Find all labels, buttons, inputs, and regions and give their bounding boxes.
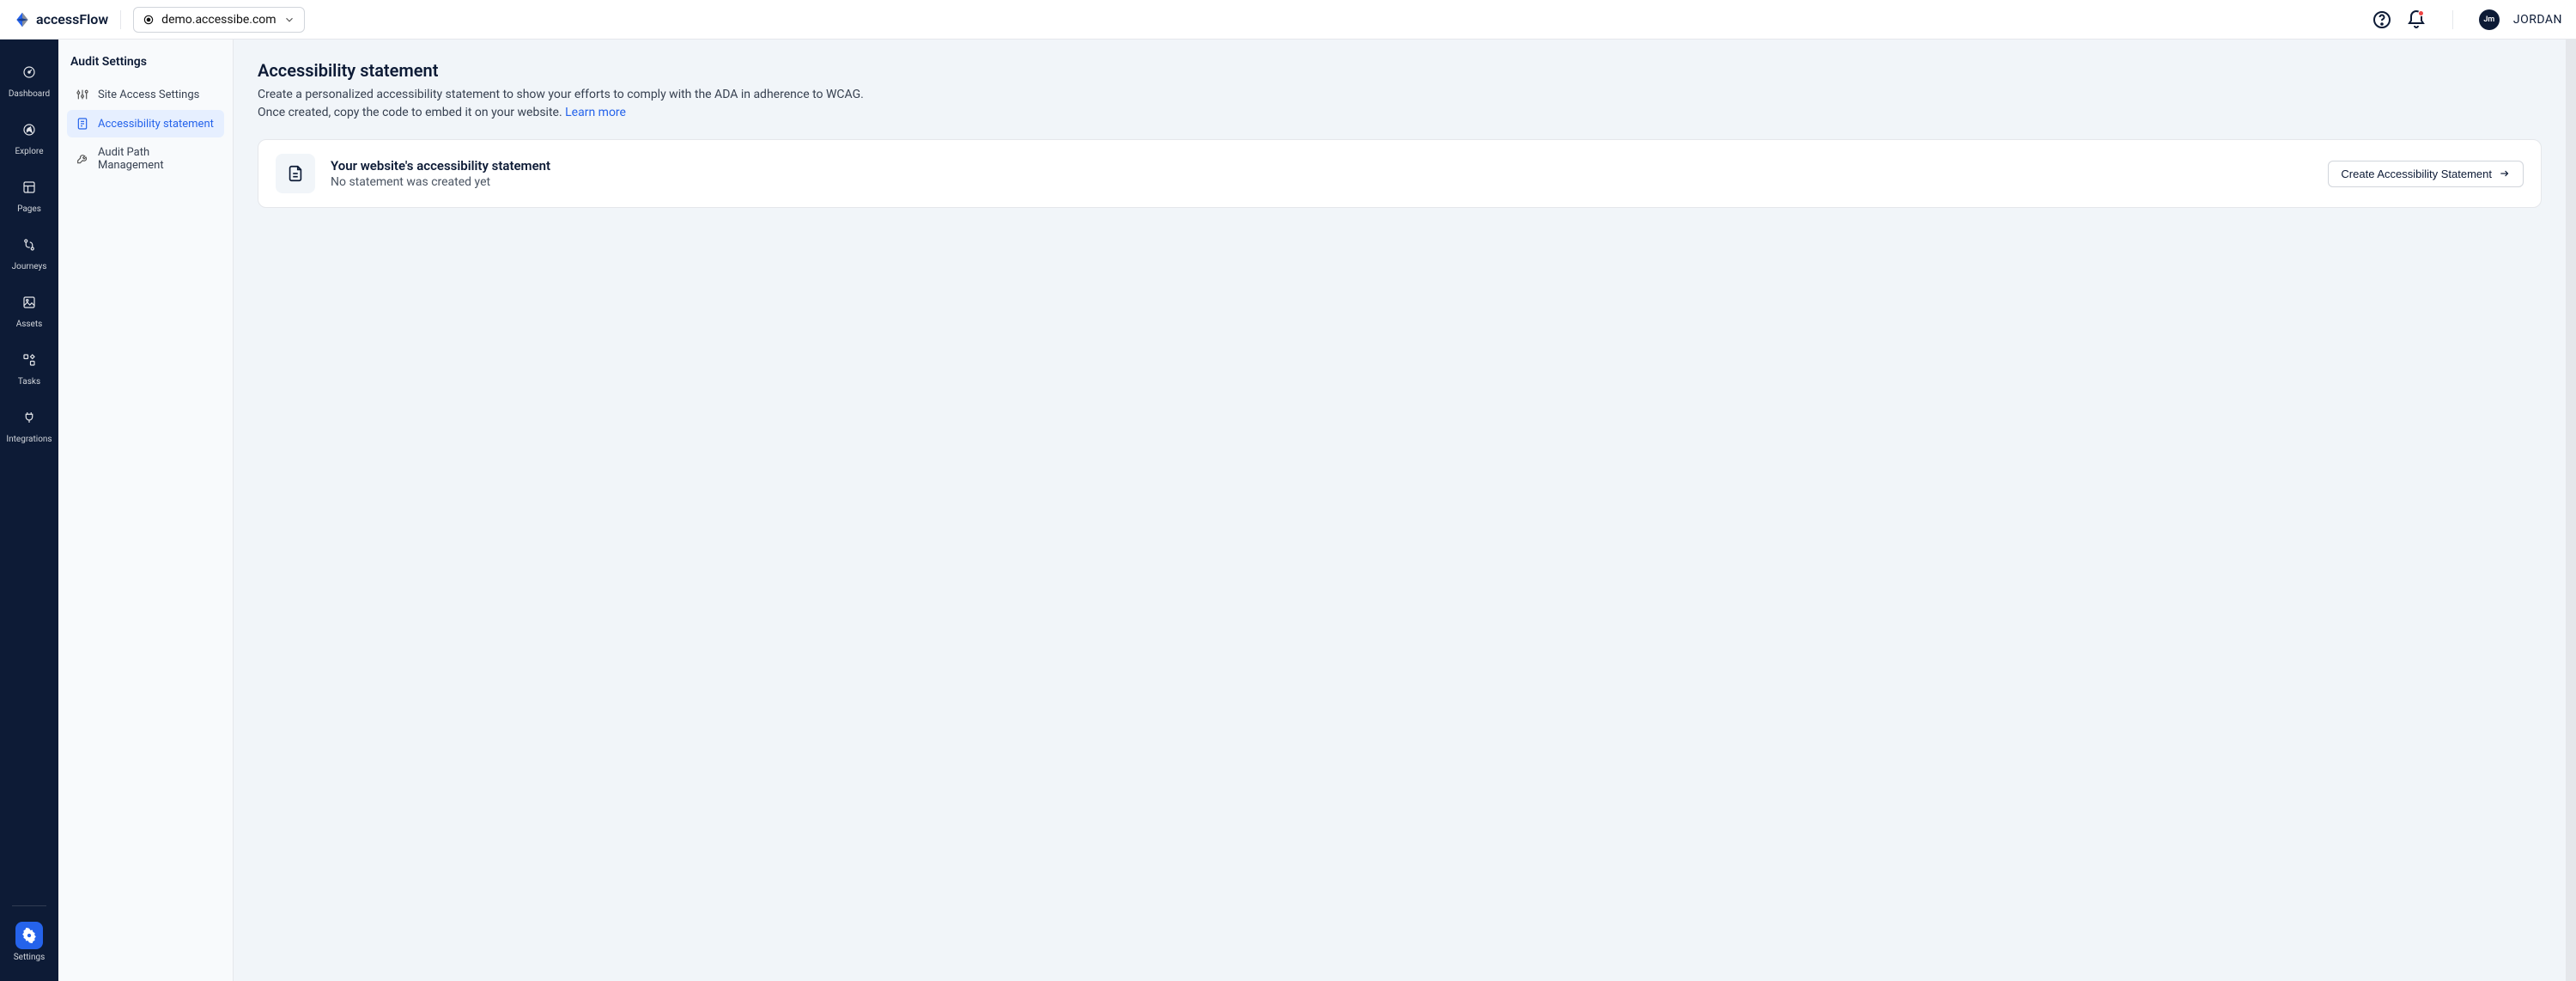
header-divider (120, 10, 121, 29)
secondary-nav-title: Audit Settings (67, 55, 224, 69)
compass-icon (21, 122, 37, 137)
help-icon (2372, 9, 2392, 30)
plug-icon (21, 410, 37, 425)
route-icon (21, 237, 37, 253)
brand-logo[interactable]: accessFlow (14, 11, 108, 28)
nav-item-integrations[interactable]: Integrations (3, 397, 55, 451)
sub-item-accessibility-statement[interactable]: Accessibility statement (67, 110, 224, 137)
arrow-right-icon (2499, 168, 2511, 180)
app-layout: Dashboard Explore Pages Journeys Assets … (0, 40, 2576, 981)
nav-item-pages[interactable]: Pages (3, 167, 55, 221)
nav-label: Assets (16, 320, 43, 329)
tool-icon (76, 152, 89, 166)
domain-selector[interactable]: demo.accessibe.com (133, 7, 304, 33)
chevron-down-icon (283, 14, 295, 26)
nav-label: Dashboard (9, 89, 50, 99)
nav-item-explore[interactable]: Explore (3, 109, 55, 163)
header-divider-2 (2452, 10, 2453, 29)
domain-text: demo.accessibe.com (161, 13, 276, 27)
document-icon (286, 164, 305, 183)
nav-label: Integrations (6, 435, 52, 444)
statement-card-body: Your website's accessibility statement N… (331, 158, 2312, 189)
sliders-icon (76, 88, 89, 101)
create-statement-button-label: Create Accessibility Statement (2341, 168, 2492, 180)
learn-more-link[interactable]: Learn more (565, 106, 626, 119)
sub-item-site-access[interactable]: Site Access Settings (67, 81, 224, 108)
nav-item-assets[interactable]: Assets (3, 282, 55, 336)
layout-icon (21, 180, 37, 195)
brand-name: accessFlow (36, 11, 108, 27)
app-header: accessFlow demo.accessibe.com Jm JORDAN (0, 0, 2576, 40)
sub-item-label: Site Access Settings (98, 88, 199, 101)
user-avatar[interactable]: Jm (2479, 9, 2500, 30)
nav-primary: Dashboard Explore Pages Journeys Assets … (0, 40, 58, 981)
nav-item-dashboard[interactable]: Dashboard (3, 52, 55, 106)
sub-item-label: Accessibility statement (98, 118, 214, 131)
page-title: Accessibility statement (258, 60, 2542, 81)
help-button[interactable] (2372, 9, 2392, 30)
nav-label: Tasks (18, 377, 40, 387)
file-icon (76, 117, 89, 131)
main-content: Accessibility statement Create a persona… (234, 40, 2566, 981)
sub-item-label: Audit Path Management (98, 146, 216, 172)
target-icon (143, 14, 155, 26)
scrollbar-track[interactable] (2566, 40, 2576, 981)
gauge-icon (21, 64, 37, 80)
header-right: Jm JORDAN (2372, 9, 2562, 30)
nav-item-tasks[interactable]: Tasks (3, 339, 55, 393)
create-statement-button[interactable]: Create Accessibility Statement (2328, 161, 2524, 187)
nav-secondary: Audit Settings Site Access Settings Acce… (58, 40, 234, 981)
brand-logo-icon (14, 11, 31, 28)
sub-item-audit-path[interactable]: Audit Path Management (67, 139, 224, 179)
user-name: JORDAN (2513, 13, 2562, 27)
statement-card-icon (276, 154, 315, 193)
nav-separator (12, 905, 46, 906)
nav-label: Explore (15, 147, 44, 156)
statement-card-subtitle: No statement was created yet (331, 175, 2312, 189)
gear-icon (21, 928, 37, 943)
page-description: Create a personalized accessibility stat… (258, 86, 876, 122)
nav-item-journeys[interactable]: Journeys (3, 224, 55, 278)
nav-label: Pages (17, 204, 41, 214)
notifications-button[interactable] (2406, 9, 2427, 30)
nav-item-settings[interactable]: Settings (3, 915, 55, 969)
image-icon (21, 295, 37, 310)
widgets-icon (21, 352, 37, 368)
statement-card: Your website's accessibility statement N… (258, 139, 2542, 208)
statement-card-title: Your website's accessibility statement (331, 158, 2312, 174)
nav-label: Settings (14, 953, 46, 962)
nav-label: Journeys (12, 262, 47, 271)
notification-dot (2418, 10, 2424, 16)
